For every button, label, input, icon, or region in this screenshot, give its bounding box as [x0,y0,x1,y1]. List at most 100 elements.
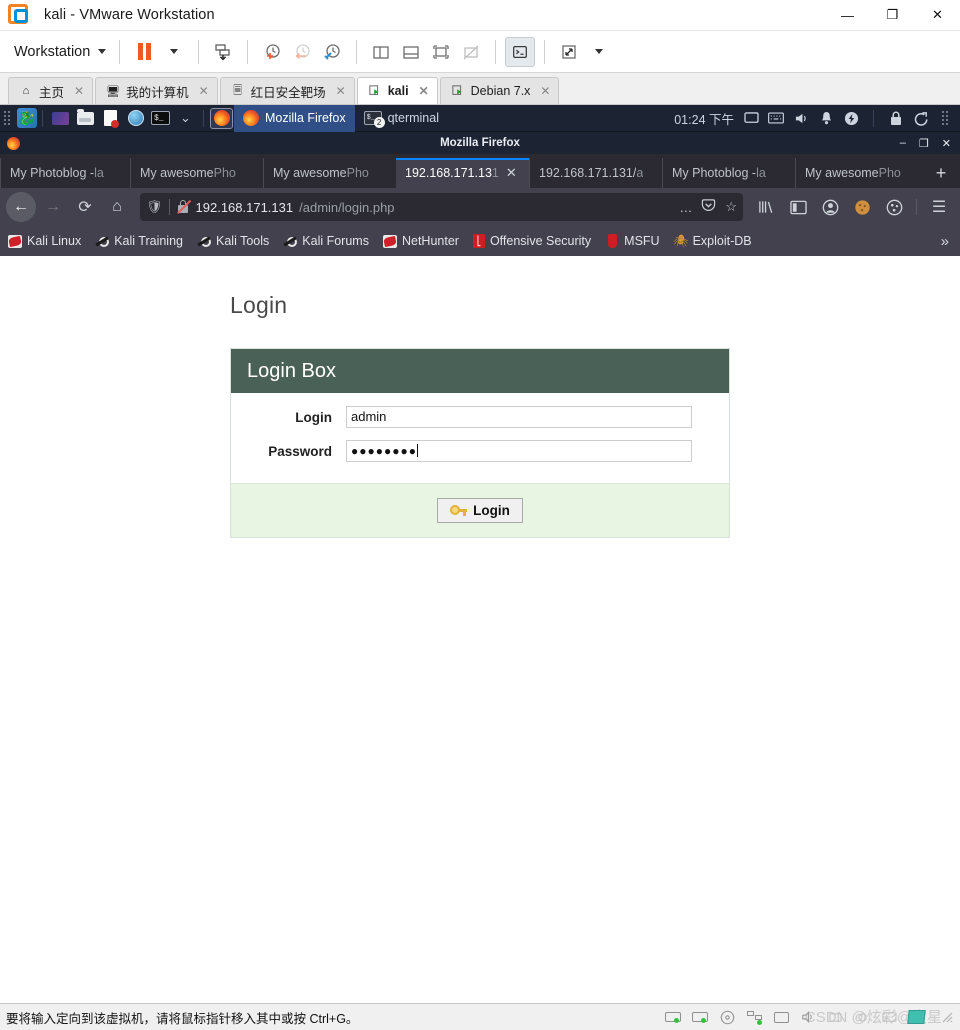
taskbar-window-firefox[interactable]: Mozilla Firefox [234,105,355,132]
resize-grip-icon[interactable] [940,1010,954,1024]
vm-tab-folder[interactable]: 🗏 红日安全靶场 ✕ [219,77,355,104]
vm-tab-my-computer[interactable]: 🖥 我的计算机 ✕ [95,77,218,104]
pause-dropdown-button[interactable] [159,37,189,67]
clock[interactable]: 01:24 下午 [674,109,734,128]
vm-console-screen[interactable]: 🐉 $_ ⌄ Mozilla Firefox $_ 2 qterminal 01:… [0,105,960,1003]
revert-snapshot-button[interactable] [287,37,317,67]
browser-tab[interactable]: 192.168.171.131/a [529,158,662,188]
close-tab-icon[interactable]: ✕ [74,84,84,98]
display-icon[interactable] [743,110,759,126]
password-input[interactable]: ●●●●●●●● [346,440,692,462]
taskbar-window-qterminal[interactable]: $_ 2 qterminal [355,105,448,132]
usb-controller-icon[interactable] [826,1010,844,1025]
taskbar-grip-icon[interactable] [4,111,14,125]
fullscreen-dropdown-button[interactable] [584,37,614,67]
home-button[interactable]: ⌂ [102,192,132,222]
vm-tab-debian[interactable]: Debian 7.x ✕ [439,77,560,104]
close-tab-icon[interactable]: ✕ [506,165,517,181]
close-tab-icon[interactable]: ✕ [419,84,429,98]
workstation-menu-button[interactable]: Workstation [10,40,110,64]
browser-tab[interactable]: My awesome Pho [795,158,925,188]
login-submit-button[interactable]: Login [437,498,523,523]
bookmark-nethunter[interactable]: NetHunter [382,234,459,248]
library-icon[interactable] [751,192,781,222]
chevron-down-icon[interactable]: ⌄ [175,109,196,128]
tray-grip-icon[interactable] [942,111,952,125]
tracking-shield-icon[interactable]: 🛡 [146,199,163,215]
bookmarks-overflow-button[interactable]: » [941,233,952,250]
vm-tab-home[interactable]: ⌂ 主页 ✕ [8,77,94,104]
firefox-launcher-icon[interactable] [210,107,233,129]
keyboard-icon[interactable] [768,110,784,126]
logout-icon[interactable] [913,110,929,126]
url-bar[interactable]: 🛡 192.168.171.131/admin/login.php … ☆ [140,193,743,221]
bookmarks-toolbar: Kali Linux Kali Training Kali Tools Kali… [0,226,960,256]
vm-icon[interactable] [906,1010,926,1025]
take-snapshot-button[interactable] [257,37,287,67]
cookie-icon[interactable] [847,192,877,222]
browser-tab[interactable]: My awesome Pho [263,158,396,188]
browser-tab-active[interactable]: 192.168.171.13 1 ✕ [396,158,529,188]
cd-drive-icon[interactable] [718,1010,736,1025]
pocket-icon[interactable] [701,198,716,216]
restore-button[interactable]: ❐ [870,0,915,31]
close-tab-icon[interactable]: ✕ [199,84,209,98]
account-icon[interactable] [815,192,845,222]
bookmark-star-icon[interactable]: ☆ [725,199,737,215]
bookmark-kali-forums[interactable]: Kali Forums [283,234,369,248]
text-editor-icon[interactable] [100,109,121,128]
containers-icon[interactable] [879,192,909,222]
maximize-button[interactable]: ❐ [919,137,929,150]
notification-bell-icon[interactable] [818,110,834,126]
back-button[interactable]: ← [6,192,36,222]
sound-card-icon[interactable] [799,1010,817,1025]
pause-vm-button[interactable] [129,37,159,67]
vm-tab-kali[interactable]: kali ✕ [356,77,438,104]
forward-button[interactable]: → [38,192,68,222]
file-manager-icon[interactable] [75,108,96,128]
page-actions-icon[interactable]: … [679,200,692,215]
kali-menu-icon[interactable]: 🐉 [17,108,37,128]
close-tab-icon[interactable]: ✕ [540,84,550,98]
web-browser-icon[interactable] [125,109,146,128]
sidebar-icon[interactable] [783,192,813,222]
close-button[interactable]: ✕ [942,137,951,150]
browser-tab[interactable]: My Photoblog - la [662,158,795,188]
bookmark-offensive-security[interactable]: ⎣ Offensive Security [472,234,591,248]
hide-console-button[interactable] [456,37,486,67]
manage-snapshots-button[interactable] [317,37,347,67]
hard-disk-2-icon[interactable] [691,1010,709,1025]
bookmark-exploit-db[interactable]: 🕷 Exploit-DB [673,234,752,248]
browser-tab[interactable]: My Photoblog - la [0,158,130,188]
lock-icon[interactable] [888,110,904,126]
bookmark-msfu[interactable]: MSFU [605,234,660,248]
show-library-button[interactable] [366,37,396,67]
bookmark-kali-linux[interactable]: Kali Linux [8,234,81,248]
network-adapter-icon[interactable] [745,1010,763,1025]
bookmark-kali-training[interactable]: Kali Training [95,234,183,248]
printer-icon[interactable] [772,1010,790,1025]
show-desktop-icon[interactable] [50,109,71,128]
volume-icon[interactable] [793,110,809,126]
power-icon[interactable] [843,110,859,126]
close-button[interactable]: ✕ [915,0,960,31]
minimize-button[interactable]: – [900,137,906,150]
login-input[interactable]: admin [346,406,692,428]
unity-mode-button[interactable] [505,36,536,67]
camera-icon[interactable] [853,1010,871,1025]
bookmark-kali-tools[interactable]: Kali Tools [197,234,269,248]
close-tab-icon[interactable]: ✕ [336,84,346,98]
browser-tab[interactable]: My awesome Pho [130,158,263,188]
reload-button[interactable]: ⟳ [70,192,100,222]
new-tab-button[interactable]: + [925,158,957,188]
app-menu-button[interactable]: ☰ [924,192,954,222]
hard-disk-icon[interactable] [664,1010,682,1025]
show-thumbnail-bar-button[interactable] [396,37,426,67]
minimize-button[interactable]: — [825,0,870,31]
insecure-connection-icon[interactable] [176,199,191,214]
send-ctrl-alt-del-button[interactable] [208,37,238,67]
display-icon[interactable] [880,1010,898,1025]
fullscreen-button[interactable] [554,37,584,67]
show-console-button[interactable] [426,37,456,67]
terminal-icon[interactable]: $_ [150,109,171,128]
